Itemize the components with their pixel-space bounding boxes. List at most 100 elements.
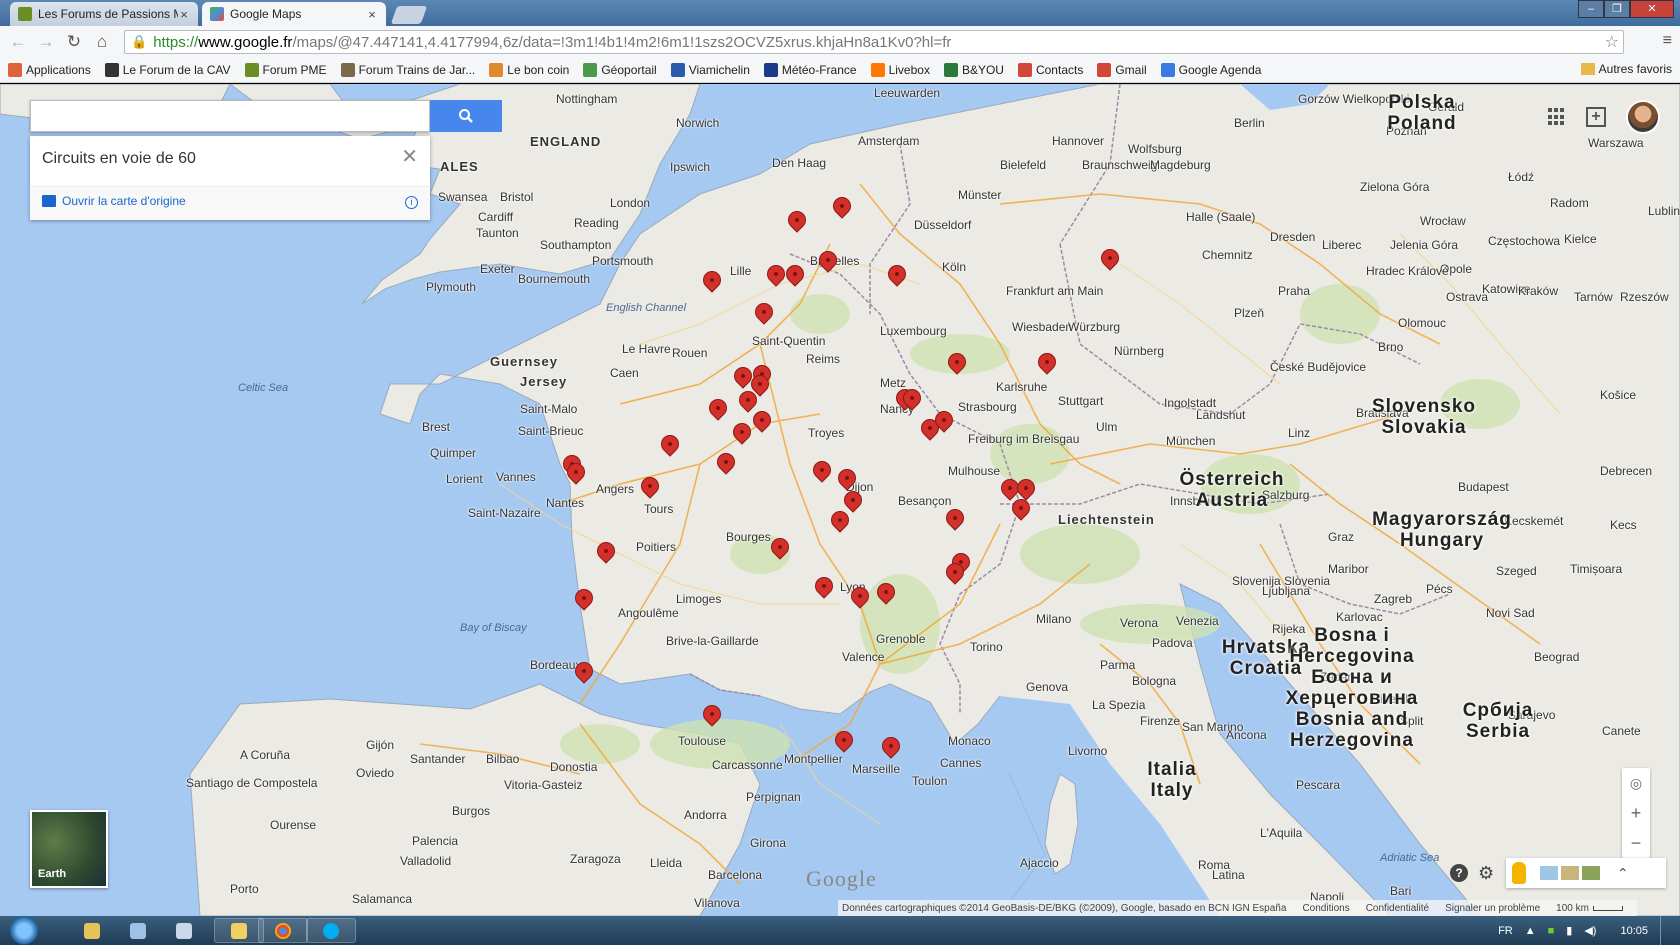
map-place-label: Nürnberg: [1114, 344, 1165, 358]
map-place-label: Ajaccio: [1020, 856, 1059, 870]
new-tab-button[interactable]: [390, 6, 428, 24]
bookmark-item[interactable]: Forum Trains de Jar...: [340, 63, 475, 77]
map-place-label: Norwich: [676, 116, 720, 130]
bookmark-item[interactable]: Google Agenda: [1160, 63, 1261, 77]
gear-icon[interactable]: ⚙: [1478, 864, 1496, 882]
map-place-label: Budapest: [1458, 480, 1509, 494]
map-place-label: Vitoria-Gasteiz: [504, 778, 583, 792]
country-label: Magyarország Hungary: [1372, 509, 1512, 551]
language-indicator[interactable]: FR: [1498, 925, 1513, 937]
map-place-label: Lorient: [446, 472, 483, 486]
map-place-label: Parma: [1100, 658, 1136, 672]
bookmark-favicon-icon: [870, 63, 885, 77]
map-place-label: Chemnitz: [1202, 248, 1253, 262]
url-protocol: https://: [153, 33, 199, 51]
map-place-label: Slovenija Slovenia: [1232, 574, 1331, 588]
tab-close-icon[interactable]: ×: [366, 7, 378, 22]
map-place-label: Barcelona: [708, 868, 763, 882]
other-bookmarks[interactable]: Autres favoris: [1580, 62, 1672, 76]
terrain-thumb[interactable]: [1561, 866, 1579, 880]
tab-forums[interactable]: Les Forums de Passions M ×: [10, 2, 198, 26]
restore-icon[interactable]: ❐: [1604, 0, 1630, 18]
tray-arrow-icon[interactable]: ▲: [1525, 925, 1536, 937]
bookmark-item[interactable]: B&YOU: [943, 63, 1004, 77]
bookmark-item[interactable]: Gmail: [1097, 63, 1147, 77]
bookmark-item[interactable]: Contacts: [1017, 63, 1084, 77]
privacy-link[interactable]: Confidentialité: [1366, 903, 1429, 914]
home-icon[interactable]: ⌂: [90, 31, 114, 53]
bookmark-item[interactable]: Viamichelin: [670, 63, 750, 77]
open-original-map-link[interactable]: Ouvrir la carte d'origine: [42, 194, 186, 208]
bookmark-item[interactable]: Le bon coin: [489, 63, 569, 77]
terms-link[interactable]: Conditions: [1302, 903, 1349, 914]
map-search-box[interactable]: [30, 100, 430, 132]
bookmark-favicon-icon: [340, 63, 355, 77]
locate-icon[interactable]: ◎: [1622, 768, 1650, 798]
satellite-thumb[interactable]: [1540, 866, 1558, 880]
country-label: Polska Poland: [1387, 92, 1457, 134]
map-place-label: Rzeszów: [1620, 290, 1669, 304]
map-place-label: Caen: [610, 366, 639, 380]
map-place-label: Zaragoza: [570, 852, 621, 866]
bookmark-item[interactable]: Géoportail: [583, 63, 657, 77]
close-icon[interactable]: ✕: [401, 144, 418, 169]
minimize-icon[interactable]: –: [1578, 0, 1604, 18]
taskbar-notepad[interactable]: [116, 918, 160, 943]
scale-label: 100 km: [1556, 902, 1589, 914]
taskbar-documents[interactable]: [162, 918, 206, 943]
volume-icon[interactable]: ◀): [1584, 924, 1596, 937]
tab-close-icon[interactable]: ×: [178, 7, 190, 22]
bookmark-star-icon[interactable]: ☆: [1605, 32, 1619, 52]
window-controls: – ❐ ✕: [1578, 0, 1674, 18]
map-place-label: Saint-Brieuc: [518, 424, 584, 438]
map-place-label: Firenze: [1140, 714, 1181, 728]
close-window-icon[interactable]: ✕: [1630, 0, 1674, 18]
show-desktop[interactable]: [1660, 916, 1670, 945]
info-icon[interactable]: i: [405, 196, 418, 209]
share-plus-icon[interactable]: +: [1586, 107, 1606, 127]
bookmark-label: Contacts: [1035, 63, 1084, 77]
map-place-label: Troyes: [808, 426, 845, 440]
link-label: Ouvrir la carte d'origine: [62, 194, 186, 208]
zoom-controls: ◎ + −: [1622, 768, 1650, 858]
map-place-label: Saint-Nazaire: [468, 506, 541, 520]
apps-grid-icon[interactable]: [1548, 108, 1566, 126]
search-input[interactable]: [31, 101, 429, 131]
network-icon[interactable]: ▮: [1566, 924, 1572, 937]
avatar[interactable]: [1626, 100, 1660, 134]
map-place-label: Southampton: [540, 238, 612, 252]
map-place-label: Angers: [596, 482, 635, 496]
zoom-out-button[interactable]: −: [1622, 828, 1650, 858]
search-button[interactable]: [430, 100, 502, 132]
zoom-in-button[interactable]: +: [1622, 798, 1650, 828]
bookmark-item[interactable]: Le Forum de la CAV: [104, 63, 231, 77]
report-problem-link[interactable]: Signaler un problème: [1445, 903, 1540, 914]
address-bar[interactable]: 🔒 https:// www.google.fr /maps/@47.44714…: [124, 30, 1624, 54]
map-place-label: Timișoara: [1570, 562, 1623, 576]
start-button[interactable]: [6, 916, 42, 945]
help-icon[interactable]: ?: [1450, 864, 1468, 882]
back-icon[interactable]: ←: [6, 31, 30, 53]
map-place-label: Graz: [1328, 530, 1355, 544]
map-place-label: Valladolid: [400, 854, 452, 868]
tab-google-maps[interactable]: Google Maps ×: [202, 2, 386, 26]
map-place-label: Szeged: [1496, 564, 1537, 578]
reload-icon[interactable]: ↻: [62, 31, 86, 53]
taskbar-skype[interactable]: [306, 918, 356, 943]
bookmark-item[interactable]: Applications: [8, 63, 91, 77]
forward-icon[interactable]: →: [34, 31, 58, 53]
photo-thumb[interactable]: [1582, 866, 1600, 880]
earth-view-toggle[interactable]: Earth: [30, 810, 108, 888]
taskbar-chrome[interactable]: [258, 918, 308, 943]
taskbar-explorer[interactable]: [70, 918, 114, 943]
layer-selector: ⌃: [1506, 858, 1666, 888]
bookmark-item[interactable]: Livebox: [870, 63, 930, 77]
bookmark-item[interactable]: Forum PME: [244, 63, 327, 77]
map-place-label: Beograd: [1534, 650, 1580, 664]
chevron-up-icon[interactable]: ⌃: [1617, 865, 1629, 882]
pegman-icon[interactable]: [1512, 862, 1526, 884]
chrome-menu-icon[interactable]: ≡: [1663, 32, 1672, 50]
taskbar-notes[interactable]: [214, 918, 264, 943]
bookmark-item[interactable]: Météo-France: [763, 63, 857, 77]
tab-title: Google Maps: [230, 7, 302, 21]
